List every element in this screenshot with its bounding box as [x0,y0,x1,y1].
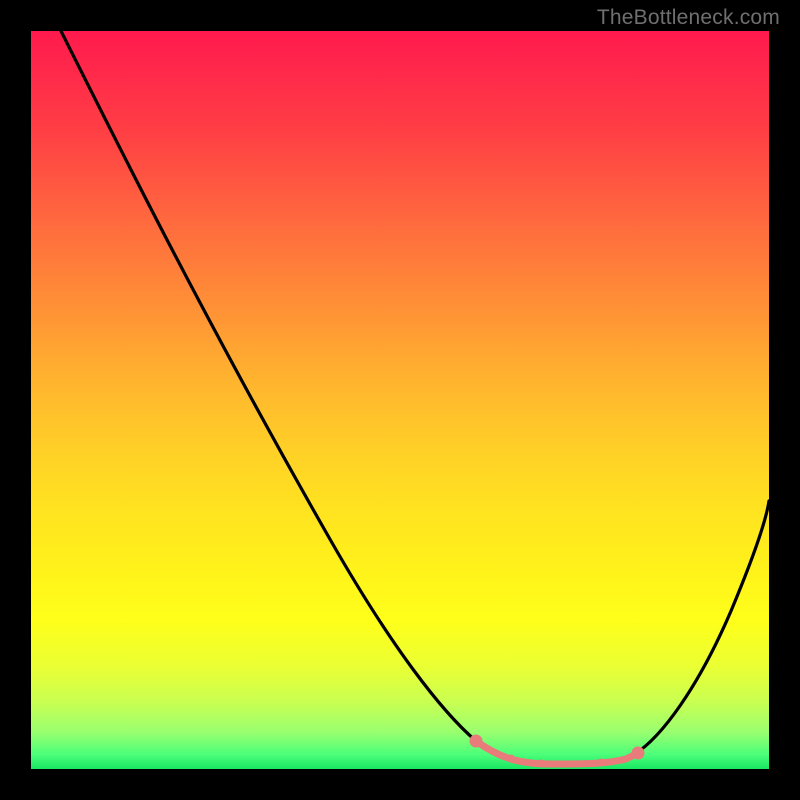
watermark-text: TheBottleneck.com [597,6,780,30]
plot-area [31,31,769,769]
segment-dot-b [538,760,545,767]
segment-dot-right [632,747,645,760]
chart-frame: TheBottleneck.com [0,0,800,800]
bottleneck-curve-svg [31,31,769,769]
segment-dot-d [598,759,605,766]
segment-dot-left [470,735,483,748]
bottom-pink-segment [476,741,638,764]
segment-dot-c [568,761,575,768]
bottleneck-curve [61,31,769,764]
segment-dot-a [508,755,515,762]
